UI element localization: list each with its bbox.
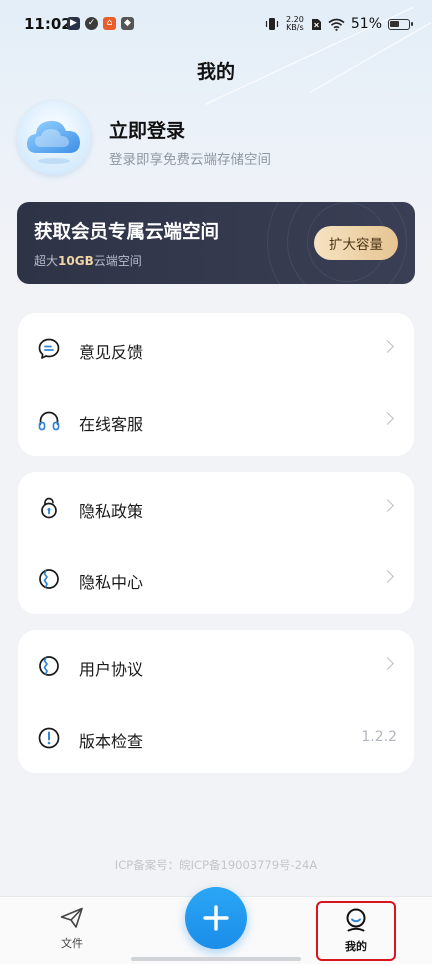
chevron-right-icon <box>381 340 394 353</box>
vip-subtitle-suffix: 云端空间 <box>93 254 142 268</box>
page-title: 我的 <box>196 61 235 83</box>
privacy-center-icon <box>39 569 59 589</box>
status-time: 11:02 <box>24 15 72 33</box>
sim-icon <box>311 18 321 30</box>
menu-item-user-agreement[interactable]: 用户协议 <box>18 630 414 702</box>
version-number: 1.2.2 <box>361 729 397 745</box>
user-agreement-icon <box>39 656 59 676</box>
menu-item-label: 意见反馈 <box>79 343 144 362</box>
battery-percent: 51% <box>350 16 382 32</box>
nav-item-files[interactable]: 文件 <box>32 906 112 951</box>
menu-item-privacy-center[interactable]: 隐私中心 <box>18 543 414 615</box>
network-speed-unit: KB/s <box>286 23 304 32</box>
chevron-right-icon <box>381 657 394 670</box>
menu-item-privacy-policy[interactable]: 隐私政策 <box>18 472 414 544</box>
network-speed: 2.20 KB/s <box>285 16 305 32</box>
battery-icon <box>388 18 413 30</box>
add-button[interactable] <box>185 887 247 949</box>
menu-item-label: 在线客服 <box>79 415 144 434</box>
login-title[interactable]: 立即登录 <box>109 116 185 143</box>
vibrate-icon <box>265 18 278 30</box>
expand-capacity-button[interactable]: 扩大容量 <box>314 226 398 260</box>
vip-title: 获取会员专属云端空间 <box>34 222 220 243</box>
menu-card-support: 意见反馈 在线客服 <box>18 313 414 456</box>
vip-subtitle-highlight: 10GB <box>58 254 94 268</box>
chevron-right-icon <box>381 412 394 425</box>
check-notification-icon: ✓ <box>85 17 98 30</box>
app-notification-icon: ◆ <box>121 17 134 30</box>
feedback-icon <box>38 338 60 359</box>
icp-record: ICP备案号：皖ICP备19003779号-24A <box>114 858 318 872</box>
login-subtitle: 登录即享免费云端存储空间 <box>109 152 271 168</box>
menu-item-version-check[interactable]: 版本检查 1.2.2 <box>18 702 414 774</box>
menu-item-label: 用户协议 <box>79 660 144 679</box>
vip-subtitle: 超大10GB云端空间 <box>34 252 142 269</box>
menu-card-privacy: 隐私政策 隐私中心 <box>18 472 414 614</box>
app-notification-icon: ⌂ <box>103 17 116 30</box>
cloud-avatar[interactable] <box>17 101 91 175</box>
status-bar: 11:02 ▶ ✓ ⌂ ◆ 2.20 KB/s 51% <box>0 0 432 48</box>
wifi-icon <box>328 18 345 31</box>
menu-item-customer-service[interactable]: 在线客服 <box>18 385 414 457</box>
send-icon <box>60 907 83 928</box>
chevron-right-icon <box>381 499 394 512</box>
menu-card-about: 用户协议 版本检查 1.2.2 <box>18 630 414 773</box>
vip-subtitle-prefix: 超大 <box>34 254 59 268</box>
cloud-icon <box>27 120 80 164</box>
highlight-annotation <box>316 901 396 961</box>
version-check-icon <box>38 727 60 749</box>
chevron-right-icon <box>381 570 394 583</box>
menu-item-label: 版本检查 <box>79 732 144 751</box>
plus-icon <box>203 905 229 931</box>
vip-banner[interactable]: 获取会员专属云端空间 超大10GB云端空间 扩大容量 <box>17 202 415 284</box>
menu-item-feedback[interactable]: 意见反馈 <box>18 313 414 385</box>
privacy-policy-icon <box>41 497 57 519</box>
app-notification-icon: ▶ <box>67 17 80 30</box>
menu-item-label: 隐私政策 <box>79 502 144 521</box>
menu-item-label: 隐私中心 <box>79 573 144 592</box>
nav-label-files: 文件 <box>61 937 83 950</box>
headset-icon <box>38 411 60 431</box>
home-indicator <box>131 957 301 961</box>
